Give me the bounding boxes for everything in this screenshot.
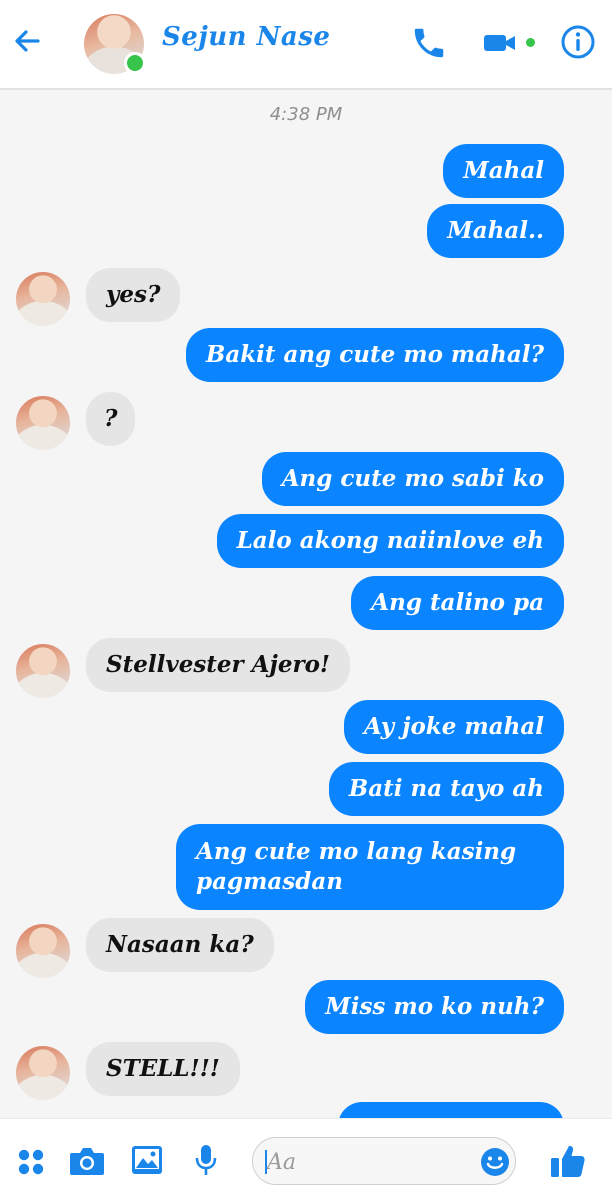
- sent-message[interactable]: Bati na tayo ah: [328, 762, 564, 816]
- thumbs-up-icon[interactable]: [548, 1141, 588, 1181]
- sent-message[interactable]: Mahal..: [427, 204, 564, 258]
- received-message[interactable]: Stellvester Ajero!: [86, 638, 351, 692]
- video-call-icon[interactable]: [482, 28, 518, 58]
- sent-message[interactable]: Bakit ang cute mo mahal?: [185, 328, 564, 382]
- sender-avatar[interactable]: [16, 272, 70, 326]
- sent-message[interactable]: Ay joke mahal: [343, 700, 564, 754]
- sent-message[interactable]: Miss mo ko nuh?: [305, 980, 564, 1034]
- sent-message[interactable]: Ang cute mo sabi ko: [261, 452, 564, 506]
- sent-message[interactable]: Ang cute mo lang kasing pagmasdan: [176, 824, 564, 910]
- image-icon[interactable]: [130, 1143, 164, 1177]
- sent-message[interactable]: Ang talino pa: [351, 576, 564, 630]
- emoji-icon[interactable]: [479, 1146, 511, 1178]
- received-message[interactable]: Nasaan ka?: [86, 918, 274, 972]
- camera-icon[interactable]: [68, 1145, 106, 1177]
- message-input[interactable]: [265, 1146, 479, 1178]
- message-timestamp: 4:38 PM: [269, 104, 343, 125]
- conversation-header: Sejun Nase: [0, 0, 612, 90]
- composer-bar: [0, 1118, 612, 1201]
- sent-message[interactable]: Lalo akong naiinlove eh: [216, 514, 564, 568]
- sender-avatar[interactable]: [16, 644, 70, 698]
- phone-call-icon[interactable]: [410, 24, 448, 62]
- received-message[interactable]: STELL!!!: [86, 1042, 240, 1096]
- video-online-dot: [526, 38, 535, 47]
- sender-avatar[interactable]: [16, 396, 70, 450]
- apps-grid-icon[interactable]: [16, 1147, 46, 1177]
- sent-message[interactable]: Mahal: [443, 144, 564, 198]
- info-icon[interactable]: [560, 24, 596, 60]
- back-arrow-icon[interactable]: [10, 24, 44, 58]
- message-input-box[interactable]: [252, 1137, 516, 1185]
- received-message[interactable]: ?: [86, 392, 136, 446]
- microphone-icon[interactable]: [192, 1143, 220, 1179]
- sender-avatar[interactable]: [16, 1046, 70, 1100]
- received-message[interactable]: yes?: [86, 268, 181, 322]
- contact-name[interactable]: Sejun Nase: [162, 22, 330, 52]
- online-status-dot: [124, 52, 146, 74]
- sender-avatar[interactable]: [16, 924, 70, 978]
